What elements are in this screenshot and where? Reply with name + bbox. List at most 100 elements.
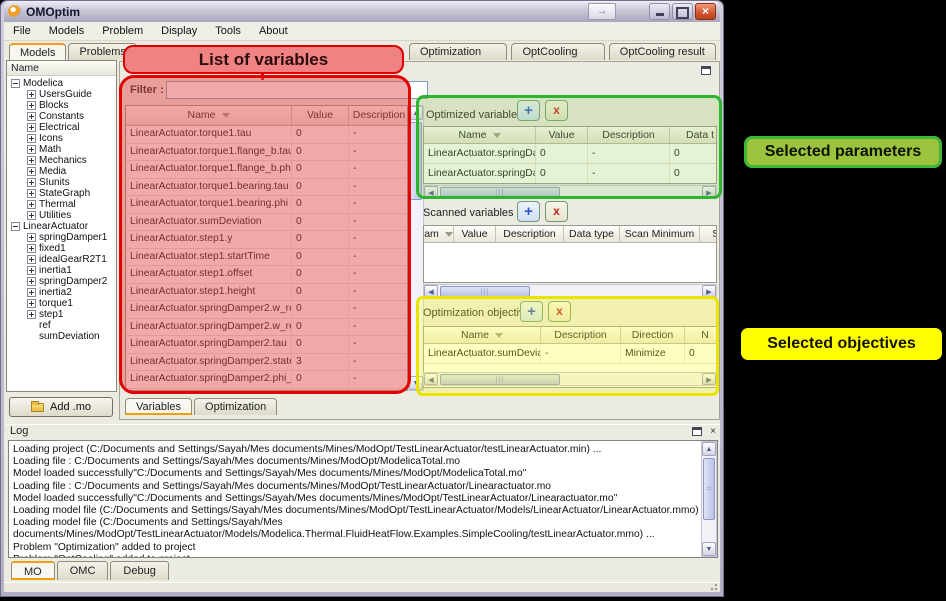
variables-vertical-scrollbar[interactable]: ▲ ▼ [408, 105, 424, 391]
title-bar[interactable]: OMOptim → × [4, 1, 720, 22]
scrollbar-thumb[interactable]: ||| [440, 286, 530, 297]
tree-item[interactable]: SIunits [7, 177, 116, 188]
tree-expander-icon[interactable] [27, 156, 36, 165]
scroll-left-icon[interactable]: ◀ [424, 186, 438, 198]
scroll-left-icon[interactable]: ◀ [424, 373, 438, 385]
table-row[interactable]: LinearActuator.springDamper2.phi_rel_sta… [126, 371, 407, 389]
scroll-down-icon[interactable]: ▼ [409, 376, 423, 390]
tree-expander-icon[interactable] [27, 90, 36, 99]
tree-item[interactable]: Mechanics [7, 155, 116, 166]
table-row[interactable]: LinearActuator.springDamper2.d 0 - 0 [424, 144, 716, 164]
tree-item[interactable]: StateGraph [7, 188, 116, 199]
tree-item[interactable]: Constants [7, 111, 116, 122]
log-vertical-scrollbar[interactable]: ▲ = ▼ [701, 441, 717, 557]
tree-expander-icon[interactable] [27, 101, 36, 110]
tree-expander-icon[interactable] [27, 167, 36, 176]
tree-column-header[interactable]: Name [7, 61, 116, 76]
column-header-name[interactable]: Name [126, 106, 292, 125]
remove-objective-button[interactable]: x [548, 301, 571, 322]
tree-expander-icon[interactable] [27, 123, 36, 132]
tree-expander-icon[interactable] [27, 310, 36, 319]
table-row[interactable]: LinearActuator.torque1.flange_b.phi 0 - [126, 161, 407, 179]
table-row[interactable]: LinearActuator.torque1.flange_b.tau 0 - [126, 144, 407, 162]
column-header-data-type[interactable]: Data t [670, 127, 717, 143]
remove-scanned-variable-button[interactable]: x [545, 201, 568, 222]
tree-item[interactable]: springDamper1 [7, 232, 116, 243]
scanned-horizontal-scrollbar[interactable]: ◀ ||| ▶ [423, 284, 717, 298]
undock-icon[interactable] [701, 66, 711, 75]
column-header-value[interactable]: Value [292, 106, 349, 125]
table-row[interactable]: LinearActuator.torque1.bearing.phi 0 - [126, 196, 407, 214]
tree-item[interactable]: fixed1 [7, 243, 116, 254]
tree-item[interactable]: Electrical [7, 122, 116, 133]
tree-item[interactable]: ref [7, 320, 116, 331]
column-header-name[interactable]: Name [424, 327, 541, 343]
add-scanned-variable-button[interactable]: + [517, 201, 540, 222]
column-header-value[interactable]: Value [536, 127, 588, 143]
scroll-down-icon[interactable]: ▼ [702, 542, 716, 556]
scroll-up-icon[interactable]: ▲ [409, 106, 423, 120]
column-header-direction[interactable]: Direction [621, 327, 685, 343]
tree-item[interactable]: idealGearR2T1 [7, 254, 116, 265]
result-tab[interactable]: Optimization result [409, 43, 507, 60]
remove-optimized-variable-button[interactable]: x [545, 100, 568, 121]
column-header-scan-minimum[interactable]: Scan Minimum [620, 226, 700, 242]
table-row[interactable]: LinearActuator.springDamper2.tau 0 - [126, 336, 407, 354]
log-tab[interactable]: Debug [110, 561, 168, 580]
tree-expander-icon[interactable] [27, 200, 36, 209]
scroll-up-icon[interactable]: ▲ [702, 442, 716, 456]
table-row[interactable]: LinearActuator.springDamper2.stateSelect… [126, 354, 407, 372]
tree-item[interactable]: Thermal [7, 199, 116, 210]
table-row[interactable]: LinearActuator.step1.y 0 - [126, 231, 407, 249]
tree-item[interactable]: torque1 [7, 298, 116, 309]
panel-tab[interactable]: Variables [125, 398, 192, 415]
result-tab[interactable]: OptCooling result (2) [609, 43, 716, 60]
menu-item[interactable]: Tools [206, 25, 250, 37]
table-row[interactable]: LinearActuator.step1.offset 0 - [126, 266, 407, 284]
tree-expander-icon[interactable] [27, 134, 36, 143]
log-tab[interactable]: MO [11, 561, 55, 580]
tree-item[interactable]: sumDeviation [7, 331, 116, 342]
objectives-horizontal-scrollbar[interactable]: ◀ ||| ▶ [423, 372, 717, 386]
menu-item[interactable]: About [250, 25, 297, 37]
tree-item[interactable]: Blocks [7, 100, 116, 111]
add-objective-button[interactable]: + [520, 301, 543, 322]
column-header-name[interactable]: Name [424, 127, 536, 143]
tree-item[interactable]: step1 [7, 309, 116, 320]
table-row[interactable]: LinearActuator.sumDeviation 0 - [126, 214, 407, 232]
tree-expander-icon[interactable] [27, 145, 36, 154]
tree-expander-icon[interactable] [27, 277, 36, 286]
table-row[interactable]: LinearActuator.sumDeviation - Minimize 0 [424, 344, 716, 364]
column-header-value[interactable]: Value [454, 226, 496, 242]
tree-item[interactable]: Math [7, 144, 116, 155]
scrollbar-thumb[interactable]: = [703, 458, 715, 520]
tree-expander-icon[interactable] [27, 233, 36, 242]
close-panel-icon[interactable]: × [710, 426, 716, 437]
scrollbar-thumb[interactable]: ||| [440, 374, 560, 385]
tree-item[interactable]: inertia1 [7, 265, 116, 276]
tree-expander-icon[interactable] [11, 79, 20, 88]
result-tab[interactable]: OptCooling result [511, 43, 604, 60]
table-row[interactable]: LinearActuator.springDamper2.w_rel_start… [126, 301, 407, 319]
table-row[interactable]: LinearActuator.springDamper1.d 0 - 0 [424, 164, 716, 184]
column-header-name[interactable]: am [424, 226, 454, 242]
scroll-right-icon[interactable]: ▶ [702, 186, 716, 198]
filter-input[interactable] [166, 81, 428, 99]
scroll-right-icon[interactable]: ▶ [702, 285, 716, 297]
tree-item[interactable]: Modelica [7, 78, 116, 89]
tree-expander-icon[interactable] [27, 244, 36, 253]
scrollbar-thumb[interactable] [410, 122, 422, 200]
panel-tab[interactable]: Optimization [194, 398, 277, 415]
maximize-button[interactable] [672, 3, 693, 20]
tree-expander-icon[interactable] [27, 288, 36, 297]
menu-item[interactable]: Display [152, 25, 206, 37]
table-row[interactable]: LinearActuator.torque1.tau 0 - [126, 126, 407, 144]
column-header-description[interactable]: Description [541, 327, 621, 343]
column-header-data-type[interactable]: Data type [564, 226, 620, 242]
tree-expander-icon[interactable] [11, 222, 20, 231]
menu-item[interactable]: File [4, 25, 40, 37]
column-header-description[interactable]: Description [496, 226, 564, 242]
minimize-button[interactable] [649, 3, 670, 20]
undock-icon[interactable] [692, 427, 702, 436]
add-mo-button[interactable]: Add .mo [9, 397, 113, 417]
